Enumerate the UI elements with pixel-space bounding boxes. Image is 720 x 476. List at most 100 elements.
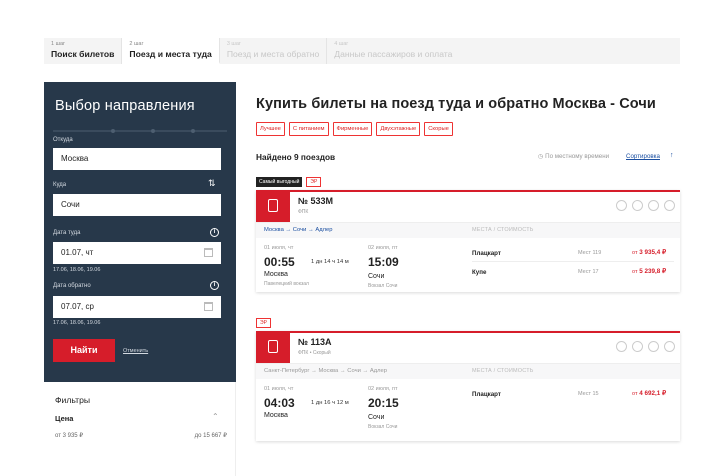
travel-duration: 1 дн 16 ч 12 м xyxy=(311,400,349,406)
train-tags: Самый выгодный ЭР xyxy=(256,177,322,187)
route-bar: Москва → Сочи → Адлер МЕСТА / СТОИМОСТЬ xyxy=(256,222,680,238)
search-sidebar: Выбор направления Откуда Москва Куда ⇅ С… xyxy=(44,82,236,382)
from-field[interactable]: Москва xyxy=(53,148,221,170)
service-icon xyxy=(616,200,627,211)
page: 1 шаг Поиск билетов 2 шаг Поезд и места … xyxy=(0,0,720,476)
step-title: Поиск билетов xyxy=(51,49,115,59)
info-icon[interactable]: i xyxy=(210,281,219,290)
arrival-date: 02 июля, пт xyxy=(368,245,398,251)
return-quick-dates[interactable]: 17.06, 18.06, 19.06 xyxy=(53,320,100,326)
arrival-city: Сочи xyxy=(368,273,385,280)
train-number: № 113А xyxy=(298,337,332,347)
arrival-station: Вокзал Сочи xyxy=(368,424,398,430)
seat-count: Мест 119 xyxy=(578,250,602,256)
er-badge: ЭР xyxy=(256,318,271,328)
train-header: № 113А ФПК • Скорый xyxy=(256,331,680,363)
seat-option[interactable]: Плацкарт Мест 15 от 4 692,1 ₽ xyxy=(472,387,674,403)
chip-fast[interactable]: Скорые xyxy=(424,122,453,136)
sidebar-title: Выбор направления xyxy=(55,98,195,114)
travel-duration: 1 дн 14 ч 14 м xyxy=(311,259,349,265)
from-label: Откуда xyxy=(53,137,73,143)
route-text: Санкт-Петербург → Москва → Сочи → Адлер xyxy=(264,368,387,374)
er-badge: ЭР xyxy=(306,177,322,187)
results-count: Найдено 9 поездов xyxy=(256,152,336,162)
route-text: Москва → Сочи → Адлер xyxy=(264,227,333,233)
chip-best[interactable]: Лучшее xyxy=(256,122,285,136)
train-card[interactable]: № 533М ФПК Москва → Сочи → Адлер МЕСТА /… xyxy=(256,190,680,292)
seat-option[interactable]: Плацкарт Мест 119 от 3 935,4 ₽ xyxy=(472,246,674,262)
train-card[interactable]: № 113А ФПК • Скорый Санкт-Петербург → Мо… xyxy=(256,331,680,441)
arrival-station: Вокзал Сочи xyxy=(368,283,398,289)
depart-date-field[interactable]: 01.07, чт xyxy=(53,242,221,264)
depart-date-label: Дата туда xyxy=(53,230,81,236)
step-title: Поезд и места обратно xyxy=(226,49,320,59)
seat-price-wrap: от 3 935,4 ₽ xyxy=(632,249,666,256)
price-prefix: от xyxy=(632,391,638,397)
sort-link[interactable]: Сортировка xyxy=(626,153,660,160)
service-icon xyxy=(616,341,627,352)
to-label: Куда xyxy=(53,182,67,188)
seat-option[interactable]: Купе Мест 17 от 5 239,8 ₽ xyxy=(472,265,674,281)
seat-type: Купе xyxy=(472,269,487,276)
arrival-time: 15:09 xyxy=(368,255,399,269)
train-icon xyxy=(256,331,290,363)
local-time-toggle[interactable]: ◷ По местному времени xyxy=(538,153,609,160)
price-filter-label[interactable]: Цена xyxy=(55,414,73,423)
return-date-label: Дата обратно xyxy=(53,283,91,289)
train-header: № 533М ФПК xyxy=(256,190,680,222)
chip-meals[interactable]: С питанием xyxy=(288,122,329,136)
depart-quick-dates[interactable]: 17.06, 18.06, 19.06 xyxy=(53,267,100,273)
arrival-date: 02 июля, пт xyxy=(368,386,398,392)
departure-station: Павелецкий вокзал xyxy=(264,281,309,287)
snowflake-icon xyxy=(632,341,643,352)
step-tabs: 1 шаг Поиск билетов 2 шаг Поезд и места … xyxy=(44,38,680,64)
route-bar: Санкт-Петербург → Москва → Сочи → Адлер … xyxy=(256,363,680,379)
step-number: 3 шаг xyxy=(226,41,241,47)
departure-time: 00:55 xyxy=(264,255,295,269)
departure-date: 01 июля, чт xyxy=(264,386,294,392)
step-title: Поезд и места туда xyxy=(129,49,212,59)
to-field[interactable]: Сочи xyxy=(53,194,221,216)
find-button[interactable]: Найти xyxy=(53,339,115,362)
cancel-link[interactable]: Отменить xyxy=(123,348,148,354)
seat-price-wrap: от 5 239,8 ₽ xyxy=(632,268,666,275)
swap-icon[interactable]: ⇅ xyxy=(208,178,216,189)
route-decoration xyxy=(53,129,227,133)
sort-arrow-icon[interactable]: ↑ xyxy=(670,152,674,159)
pet-icon xyxy=(648,341,659,352)
departure-date: 01 июля, чт xyxy=(264,245,294,251)
arrival-time: 20:15 xyxy=(368,396,399,410)
seats-header: МЕСТА / СТОИМОСТЬ xyxy=(472,227,534,233)
depart-date-value: 01.07, чт xyxy=(61,248,94,257)
seats-header: МЕСТА / СТОИМОСТЬ xyxy=(472,368,534,374)
step-2-tab[interactable]: 2 шаг Поезд и места туда xyxy=(122,38,220,64)
wifi-icon xyxy=(664,200,675,211)
seat-price-wrap: от 4 692,1 ₽ xyxy=(632,390,666,397)
calendar-icon[interactable] xyxy=(204,248,213,257)
local-time-label: По местному времени xyxy=(545,153,610,160)
step-1-tab[interactable]: 1 шаг Поиск билетов xyxy=(44,38,123,64)
chevron-up-icon[interactable]: ⌃ xyxy=(212,412,219,421)
step-number: 1 шаг xyxy=(51,41,66,47)
filters-title: Фильтры xyxy=(55,395,91,405)
chip-branded[interactable]: Фирменные xyxy=(332,122,373,136)
train-category: ФПК • Скорый xyxy=(298,350,331,356)
train-tags: ЭР xyxy=(256,318,271,328)
price-prefix: от xyxy=(632,250,638,256)
info-icon[interactable]: i xyxy=(210,228,219,237)
train-icon xyxy=(256,190,290,222)
return-date-field[interactable]: 07.07, ср xyxy=(53,296,221,318)
snowflake-icon xyxy=(632,200,643,211)
departure-time: 04:03 xyxy=(264,396,295,410)
train-number: № 533М xyxy=(298,196,334,206)
price-to: до 15 667 ₽ xyxy=(194,433,227,439)
seat-type: Плацкарт xyxy=(472,391,501,398)
chip-double-deck[interactable]: Двухэтажные xyxy=(376,122,421,136)
pet-icon xyxy=(648,200,659,211)
step-number: 2 шаг xyxy=(129,41,144,47)
departure-city: Москва xyxy=(264,271,288,278)
calendar-icon[interactable] xyxy=(204,302,213,311)
wifi-icon xyxy=(664,341,675,352)
step-3-tab: 3 шаг Поезд и места обратно xyxy=(220,38,328,64)
arrival-city: Сочи xyxy=(368,414,385,421)
